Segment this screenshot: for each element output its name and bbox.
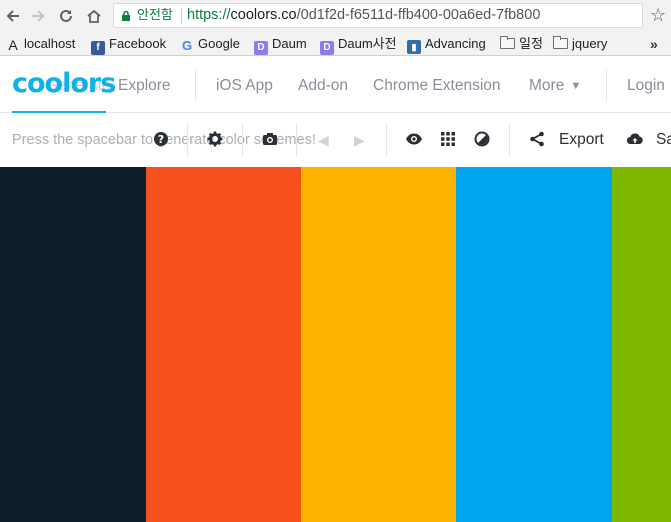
share-icon[interactable] bbox=[528, 131, 546, 149]
nav-divider bbox=[606, 69, 607, 101]
omnibox-divider bbox=[181, 8, 182, 24]
secure-label: 안전함 bbox=[137, 8, 173, 23]
adjust-button[interactable] bbox=[473, 131, 491, 149]
coolors-logo[interactable]: coolors bbox=[12, 70, 116, 98]
swatch-3[interactable] bbox=[301, 167, 456, 522]
facebook-icon: f bbox=[91, 41, 105, 55]
browser-toolbar: 안전함 https://coolors.co/0d1f2d-f6511d-ffb… bbox=[0, 0, 671, 31]
eye-icon bbox=[406, 133, 422, 145]
forward-arrow-icon bbox=[32, 10, 45, 22]
url-path: /0d1f2d-f6511d-ffb400-00a6ed-7fb800 bbox=[296, 7, 541, 23]
folder-icon bbox=[500, 36, 515, 49]
nav-explore[interactable]: Explore bbox=[118, 76, 171, 96]
bookmark-star-icon[interactable]: ☆ bbox=[650, 4, 666, 26]
daum-icon: D bbox=[254, 41, 268, 55]
camera-icon bbox=[263, 133, 277, 145]
reload-button[interactable] bbox=[55, 5, 77, 27]
localhost-icon: A bbox=[8, 37, 18, 53]
palette-toolbar: Press the spacebar to generate color sch… bbox=[0, 113, 671, 167]
bookmark-label: localhost bbox=[24, 36, 76, 51]
more-bookmarks-button[interactable]: » bbox=[650, 34, 658, 54]
toolbar-divider bbox=[386, 123, 387, 157]
advancing-icon: ▮ bbox=[407, 40, 421, 54]
toolbar-divider bbox=[187, 123, 188, 157]
folder-icon bbox=[553, 36, 568, 49]
cloud-upload-icon[interactable] bbox=[626, 131, 644, 149]
site-header: Generate coolors Explore iOS App Add-on … bbox=[0, 57, 671, 113]
export-button[interactable]: Export bbox=[559, 131, 604, 149]
bookmark-label: 일정 bbox=[519, 36, 543, 51]
back-button[interactable] bbox=[2, 5, 24, 27]
share-glyph bbox=[530, 131, 544, 147]
nav-divider bbox=[195, 69, 196, 101]
home-icon bbox=[87, 9, 101, 23]
svg-text:?: ? bbox=[158, 133, 164, 146]
color-palette bbox=[0, 167, 671, 522]
view-button[interactable] bbox=[405, 131, 423, 149]
toolbar-divider bbox=[509, 123, 510, 157]
chevron-down-icon: ▼ bbox=[570, 80, 582, 92]
bookmarks-bar: Alocalhost f Facebook G Google D Daum D Daum… bbox=[0, 31, 671, 56]
nav-more[interactable]: More ▼ bbox=[529, 76, 581, 96]
home-button[interactable] bbox=[83, 5, 105, 27]
nav-login[interactable]: Login bbox=[627, 76, 665, 96]
bookmark-facebook[interactable]: f Facebook bbox=[91, 34, 167, 55]
bookmark-google[interactable]: G Google bbox=[180, 34, 240, 54]
bookmark-daum-dictionary[interactable]: D Daum사전 bbox=[320, 34, 397, 55]
nav-ios-app[interactable]: iOS App bbox=[216, 76, 273, 96]
swatch-1[interactable] bbox=[0, 167, 146, 522]
cloud-glyph bbox=[626, 133, 643, 145]
bookmark-label: Daum bbox=[272, 36, 307, 51]
reload-icon bbox=[60, 9, 72, 22]
nav-add-on[interactable]: Add-on bbox=[298, 76, 348, 96]
bookmark-label: Daum사전 bbox=[338, 36, 397, 51]
bookmark-folder-schedule[interactable]: 일정 bbox=[500, 34, 543, 54]
nav-chrome-extension[interactable]: Chrome Extension bbox=[373, 76, 501, 96]
url-text: https://coolors.co/0d1f2d-f6511d-ffb400-… bbox=[187, 4, 540, 27]
url-host: coolors.co bbox=[230, 7, 297, 23]
camera-button[interactable] bbox=[261, 131, 279, 149]
swatch-5[interactable] bbox=[612, 167, 671, 522]
address-bar[interactable]: 안전함 https://coolors.co/0d1f2d-f6511d-ffb… bbox=[113, 3, 643, 28]
back-arrow-icon bbox=[6, 10, 19, 22]
help-icon: ? bbox=[154, 132, 168, 146]
bookmark-daum[interactable]: D Daum bbox=[254, 34, 307, 55]
bookmark-label: Advancing bbox=[425, 36, 486, 51]
bookmark-label: Facebook bbox=[109, 36, 167, 51]
undo-arrow-icon[interactable]: ◀ bbox=[318, 131, 329, 149]
bookmark-folder-jquery[interactable]: jquery bbox=[553, 34, 607, 54]
settings-button[interactable] bbox=[206, 131, 224, 149]
gear-icon bbox=[207, 131, 223, 147]
bookmark-label: jquery bbox=[572, 36, 608, 51]
nav-more-label: More bbox=[529, 77, 565, 94]
bookmark-localhost[interactable]: Alocalhost bbox=[6, 34, 75, 54]
help-button[interactable]: ? bbox=[152, 131, 170, 149]
save-button[interactable]: Save bbox=[656, 131, 671, 149]
google-icon: G bbox=[181, 38, 193, 53]
url-scheme: https:// bbox=[187, 7, 231, 23]
swatch-4[interactable] bbox=[456, 167, 612, 522]
grid-icon bbox=[441, 132, 455, 146]
bookmark-label: Google bbox=[198, 36, 240, 51]
forward-button[interactable] bbox=[27, 5, 49, 27]
swatch-2[interactable] bbox=[146, 167, 301, 522]
bookmark-advancing[interactable]: ▮ Advancing bbox=[407, 34, 486, 54]
grid-view-button[interactable] bbox=[439, 131, 457, 149]
lock-icon bbox=[122, 10, 130, 21]
daum-dictionary-icon: D bbox=[320, 41, 334, 55]
redo-arrow-icon[interactable]: ▶ bbox=[354, 131, 365, 149]
contrast-icon bbox=[474, 131, 490, 147]
toolbar-divider bbox=[242, 123, 243, 157]
toolbar-divider bbox=[296, 123, 297, 157]
